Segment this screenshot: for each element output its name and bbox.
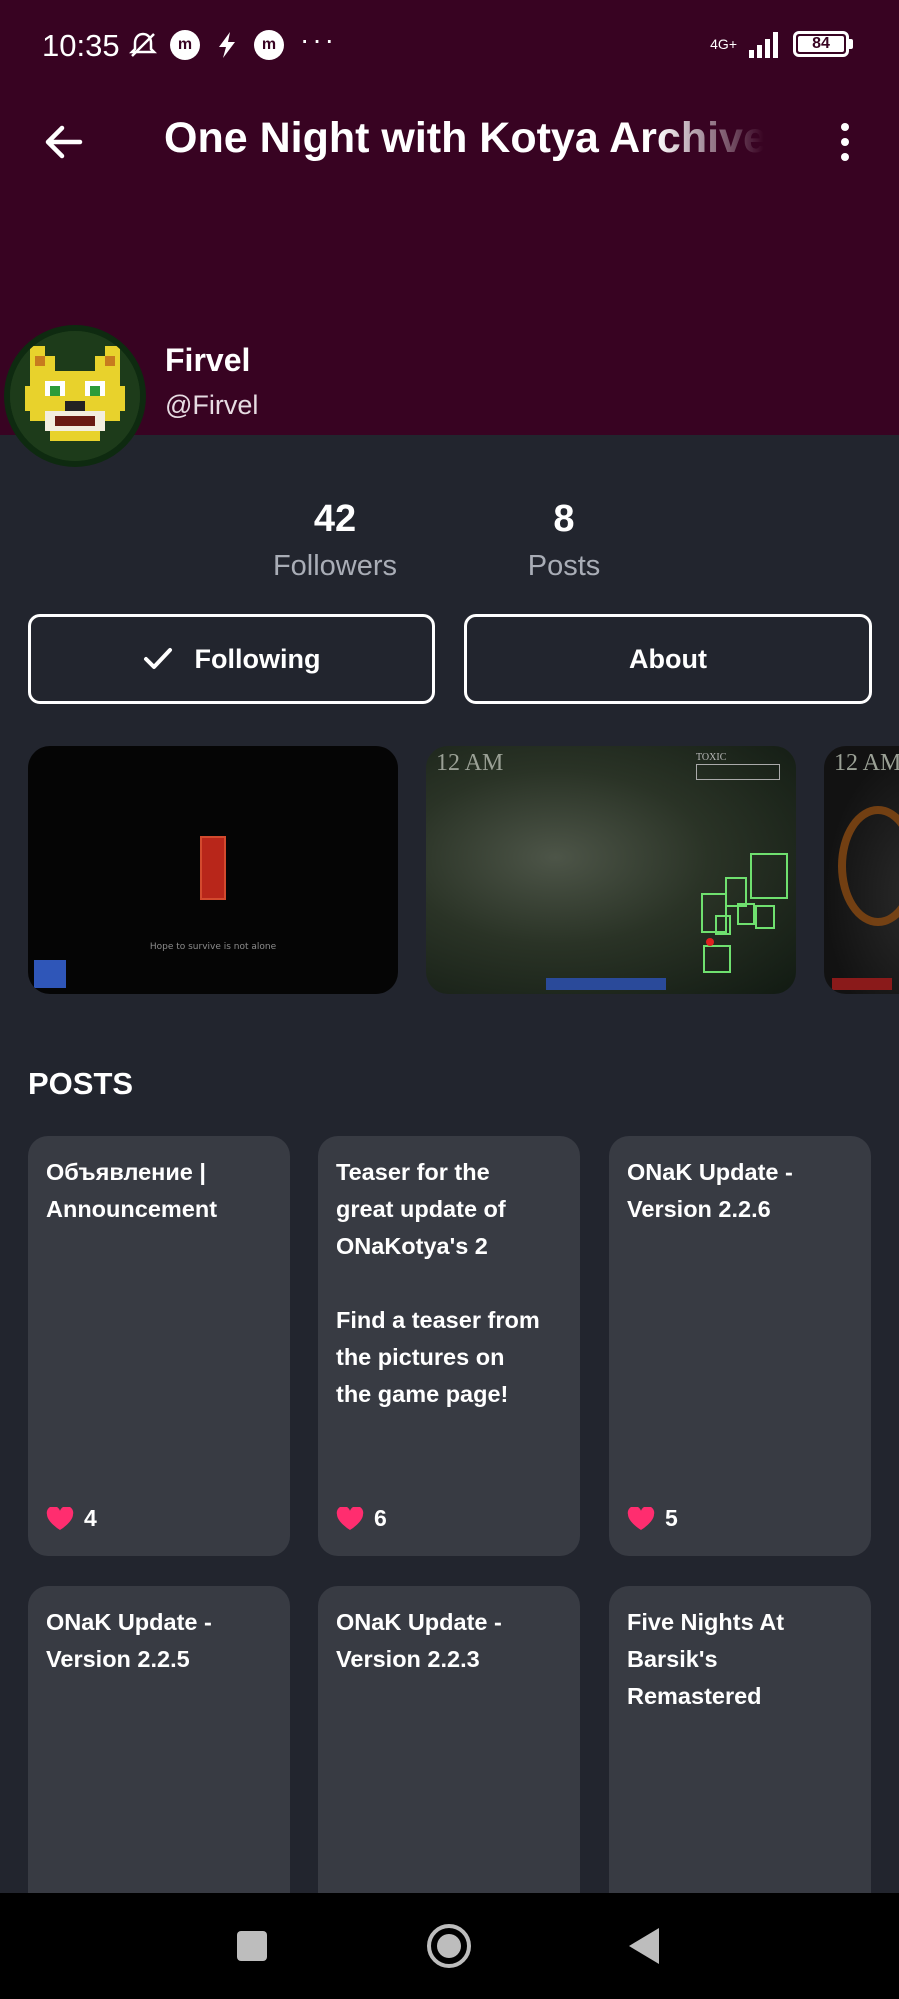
posts-section-title: POSTS [28,1066,134,1101]
followers-count: 42 [313,498,357,540]
blue-indicator-shape [34,960,66,988]
likes-count: 4 [84,1505,97,1531]
home-circle-icon [427,1924,471,1968]
post-likes[interactable]: 4 [46,1505,97,1532]
post-likes[interactable]: 6 [336,1505,387,1532]
user-handle: @Firvel [165,390,259,420]
toxic-meter [696,764,780,780]
status-notification-icons: m m ··· [128,24,337,60]
camera-map [701,853,788,973]
following-button[interactable]: Following [28,614,435,704]
pixel-fox-avatar [10,331,140,461]
home-button[interactable] [399,1893,499,1999]
avatar[interactable] [4,325,146,467]
more-vert-icon [841,123,849,131]
app-bar: One Night with Kotya Archive [0,100,899,184]
user-name: Firvel [165,342,251,378]
battery-icon: 84 [793,31,849,57]
heart-icon [627,1506,655,1530]
about-label: About [629,643,707,674]
posts-stat[interactable]: 8 Posts [474,495,654,589]
post-title: Teaser for the great update of ONaKotya'… [336,1159,540,1407]
system-back-button[interactable] [594,1893,694,1999]
post-title: ONaK Update - Version 2.2.3 [336,1609,502,1672]
system-nav-bar [0,1893,899,1999]
more-notifications-icon: ··· [300,24,337,55]
flash-icon [212,30,242,60]
heart-icon [336,1506,364,1530]
check-icon [143,648,172,669]
network-type: 4G+ [710,36,737,52]
game-screenshot-gallery[interactable]: Hope to survive is not alone 12 AM TOXIC… [0,746,899,994]
blue-bar-shape [546,978,666,990]
m-icon: m [170,30,200,60]
arrow-left-icon [45,125,83,159]
gallery-image-1[interactable]: Hope to survive is not alone [28,746,398,994]
orange-ring-shape [838,806,899,926]
post-likes[interactable]: 5 [627,1505,678,1532]
status-time: 10:35 [42,28,120,63]
profile-stats: 42 Followers 8 Posts [0,495,899,595]
red-bar-shape [832,978,892,990]
gallery-image-3[interactable]: 12 AM [824,746,899,994]
post-card[interactable]: ONaK Update - Version 2.2.6 5 [609,1136,871,1556]
post-title: Five Nights At Barsik's Remastered [627,1609,785,1709]
about-button[interactable]: About [464,614,872,704]
recents-button[interactable] [202,1893,302,1999]
post-title: Объявление | Announcement [46,1159,218,1222]
post-card[interactable]: Five Nights At Barsik's Remastered [609,1586,871,1926]
signal-icon [749,32,778,58]
likes-count: 6 [374,1505,387,1531]
followers-stat[interactable]: 42 Followers [245,495,425,589]
toxic-label: TOXIC [696,752,727,763]
post-title: ONaK Update - Version 2.2.6 [627,1159,793,1222]
recents-square-icon [237,1931,267,1961]
page-title: One Night with Kotya Archive [164,114,764,162]
gallery-time-label: 12 AM [834,750,899,776]
gallery-image-2[interactable]: 12 AM TOXIC [426,746,796,994]
profile-header: 10:35 m m ··· 4G+ 84 One Night with Koty… [0,0,899,467]
post-card[interactable]: Объявление | Announcement 4 [28,1136,290,1556]
heart-icon [46,1506,74,1530]
post-card[interactable]: Teaser for the great update of ONaKotya'… [318,1136,580,1556]
battery-level: 84 [812,35,830,52]
status-system-icons: 4G+ 84 [710,30,853,58]
post-card[interactable]: ONaK Update - Version 2.2.5 [28,1586,290,1926]
likes-count: 5 [665,1505,678,1531]
post-title: ONaK Update - Version 2.2.5 [46,1609,212,1672]
more-options-button[interactable] [820,116,870,168]
m-icon: m [254,30,284,60]
posts-count: 8 [553,498,575,540]
gallery-caption: Hope to survive is not alone [149,942,277,952]
gallery-time-label: 12 AM [436,750,504,776]
status-bar: 10:35 m m ··· 4G+ 84 [0,0,899,90]
followers-label: Followers [272,550,398,582]
post-card[interactable]: ONaK Update - Version 2.2.3 [318,1586,580,1926]
following-label: Following [194,643,321,674]
back-button[interactable] [36,116,92,168]
bell-off-icon [128,30,158,60]
posts-label: Posts [527,550,601,582]
red-door-shape [200,836,226,900]
back-triangle-icon [629,1928,659,1964]
